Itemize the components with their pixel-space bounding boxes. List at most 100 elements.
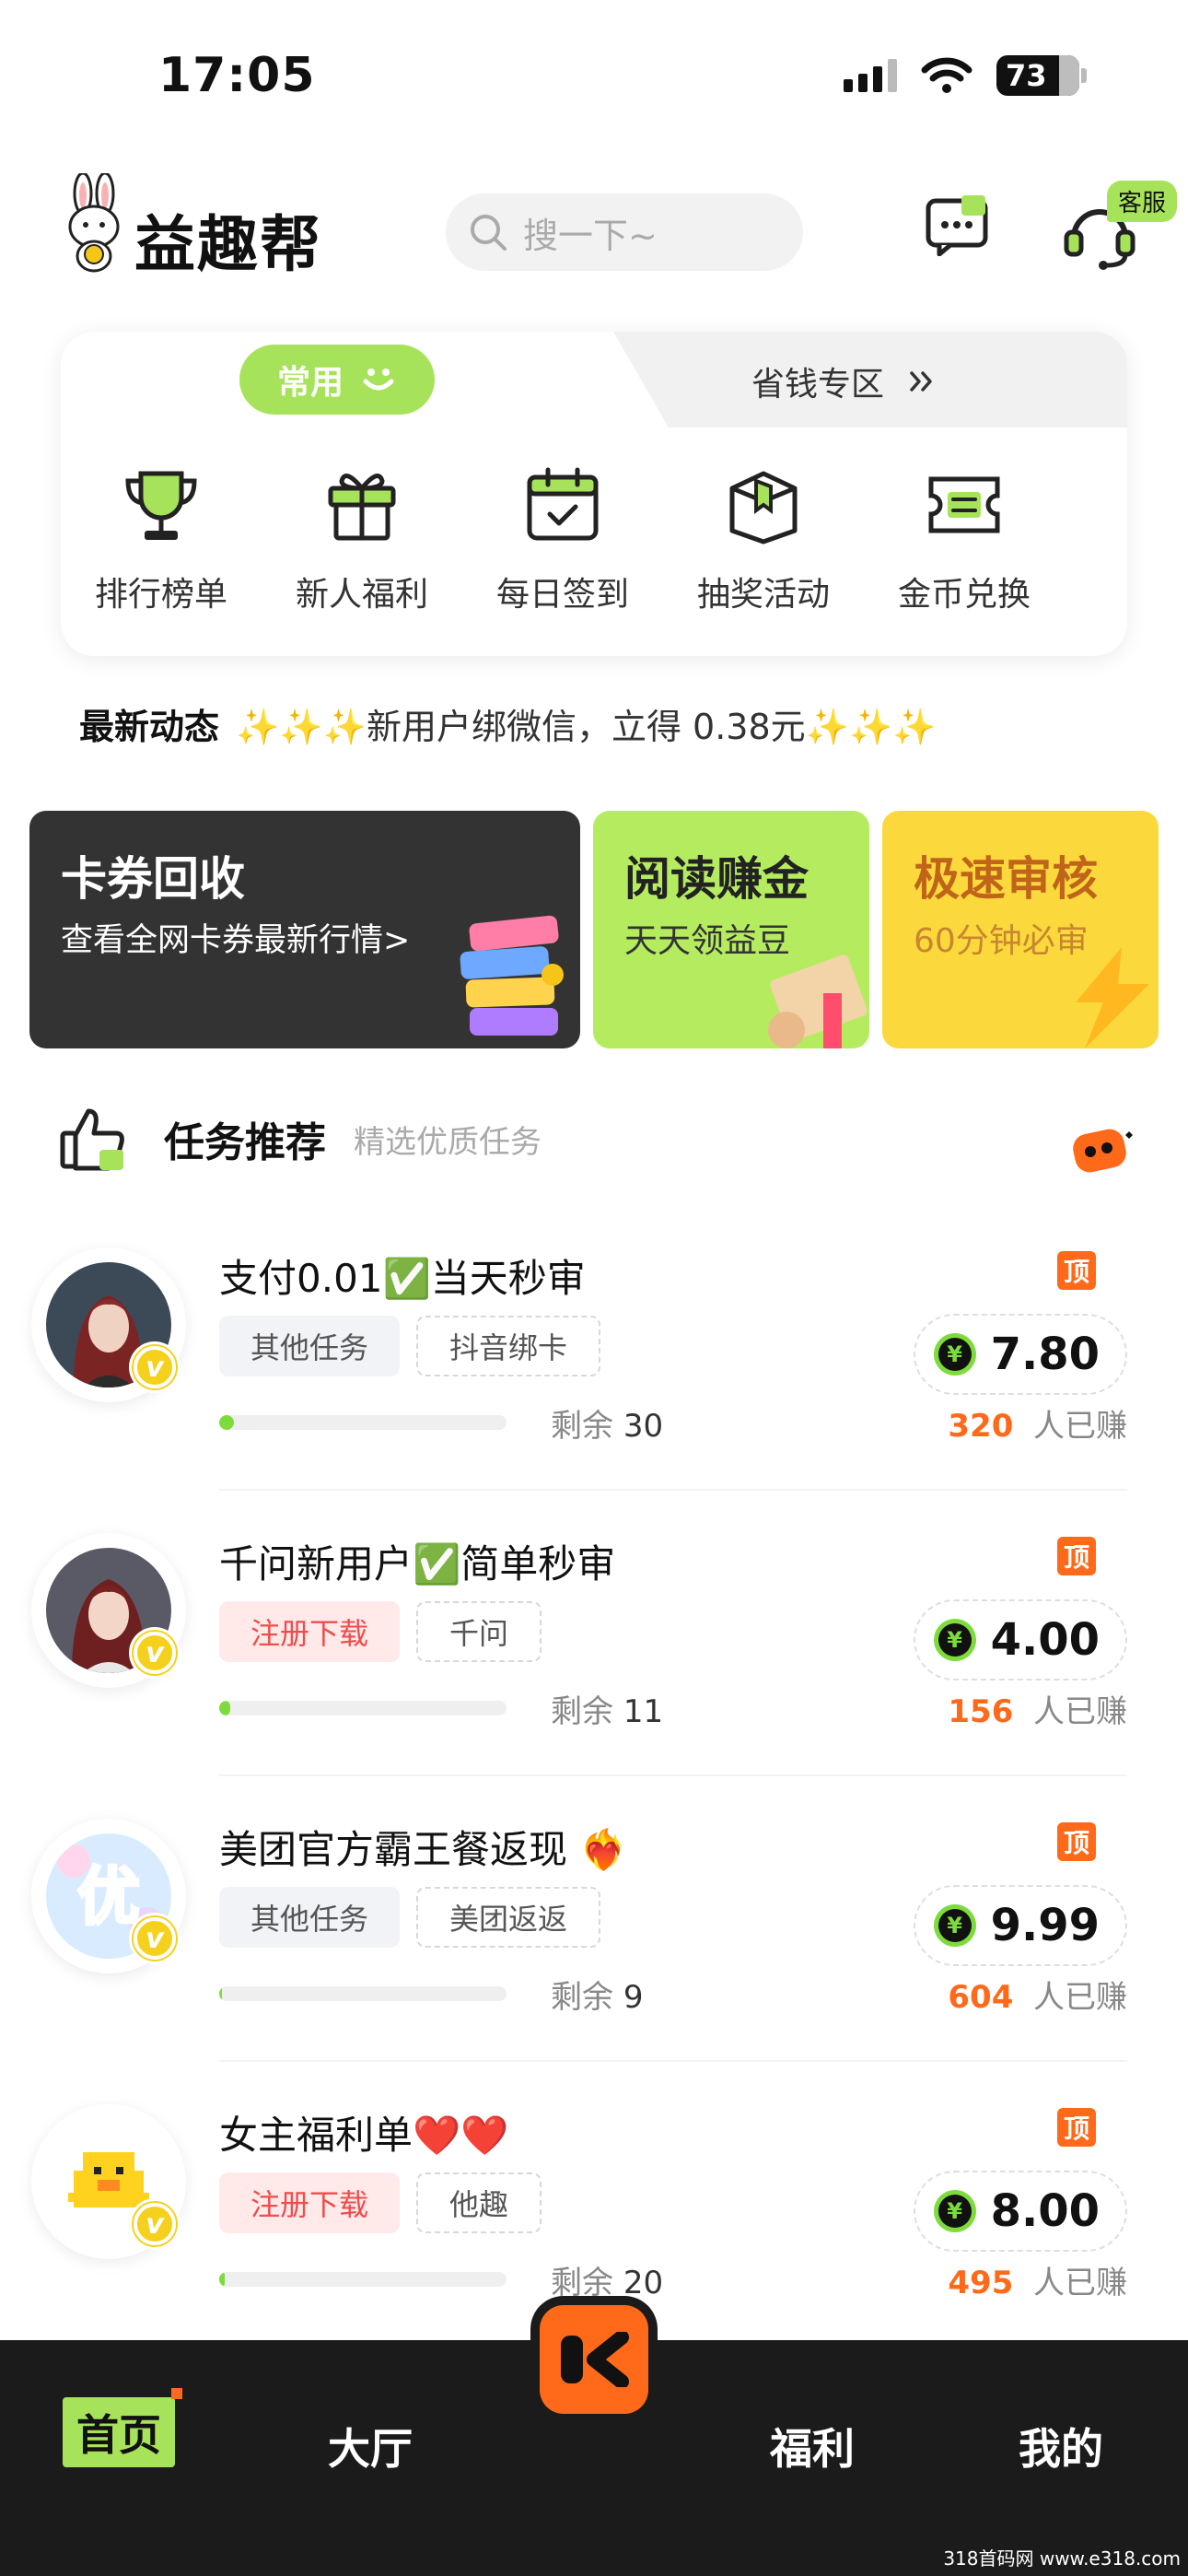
- nav-center-button[interactable]: [540, 2305, 648, 2414]
- verified-badge-icon: v: [129, 2198, 181, 2250]
- progress-bar: [219, 1415, 507, 1430]
- progress-bar: [219, 1986, 507, 2001]
- cellular-signal-icon: [844, 59, 897, 92]
- section-header: 任务推荐 精选优质任务: [59, 1106, 542, 1172]
- message-icon[interactable]: [925, 193, 991, 256]
- remaining: 剩余 11: [551, 1686, 663, 1731]
- price-value: 9.99: [990, 1900, 1100, 1951]
- gift-icon: [328, 474, 396, 541]
- yen-coin-icon: ¥: [933, 1619, 976, 1661]
- tab-savings[interactable]: 省钱专区: [751, 357, 936, 405]
- trophy-icon: [125, 471, 197, 540]
- banner-reading[interactable]: 阅读赚金 天天领益豆: [593, 811, 869, 1048]
- nav-home[interactable]: 首页: [63, 2397, 175, 2467]
- wifi-icon: [921, 57, 973, 93]
- battery-icon: 73: [996, 55, 1087, 96]
- earned-number: 156: [948, 1693, 1014, 1730]
- lightning-icon: [1076, 947, 1149, 1048]
- yen-coin-icon: ¥: [933, 1904, 976, 1947]
- reward-price: ¥ 9.99: [913, 1885, 1127, 1966]
- quick-item-ranking[interactable]: 排行榜单: [61, 461, 262, 615]
- top-badge: 顶: [1057, 1822, 1096, 1861]
- verified-badge-icon: v: [129, 1913, 181, 1964]
- remaining: 剩余 9: [551, 1972, 643, 2017]
- quick-panel: 常用 省钱专区 排行榜单 新人福利 每日签到 抽奖活动 金币兑换: [61, 332, 1127, 656]
- earned-count: 495 人已赚: [948, 2257, 1127, 2302]
- remaining-count: 30: [623, 1408, 664, 1445]
- banner-card-recycle[interactable]: 卡券回收 查看全网卡券最新行情>: [29, 811, 580, 1048]
- progress-bar: [219, 2272, 507, 2287]
- task-title: 千问新用户✅简单秒审: [219, 1541, 616, 1587]
- quick-item-lottery[interactable]: 抽奖活动: [663, 461, 864, 615]
- task-card[interactable]: v 支付0.01✅当天秒审 其他任务 抖音绑卡 剩余 30 顶 ¥ 7.80 3…: [0, 1225, 1188, 1511]
- remaining-count: 11: [623, 1693, 664, 1730]
- task-tag: 注册下载: [219, 1601, 401, 1662]
- task-title: 美团官方霸王餐返现 ❤️‍🔥: [219, 1827, 628, 1872]
- bunny-logo-icon: [68, 173, 120, 273]
- task-card[interactable]: v 千问新用户✅简单秒审 注册下载 千问 剩余 11 顶 ¥ 4.00 156 …: [0, 1511, 1188, 1797]
- earned-label: 人已赚: [1033, 1408, 1127, 1445]
- tab-common[interactable]: 常用: [239, 345, 435, 415]
- remaining-label: 剩余: [551, 1979, 613, 2016]
- thumbs-up-icon: [60, 1108, 124, 1171]
- remaining-label: 剩余: [551, 1693, 613, 1730]
- app-name: 益趣帮: [134, 209, 322, 280]
- battery-level: 73: [1006, 58, 1047, 93]
- news-ticker[interactable]: 最新动态 ✨✨✨新用户绑微信，立得 0.38元✨✨✨: [79, 698, 937, 749]
- task-tag: 其他任务: [219, 1887, 401, 1948]
- customer-service-button[interactable]: 客服: [1059, 181, 1177, 270]
- earned-number: 495: [948, 2265, 1014, 2301]
- quick-item-newbie[interactable]: 新人福利: [262, 461, 462, 615]
- quick-item-label: 每日签到: [495, 576, 629, 614]
- news-title: 最新动态: [79, 707, 220, 747]
- nav-home-dot: [171, 2388, 182, 2399]
- quick-item-label: 排行榜单: [94, 576, 227, 614]
- quick-item-label: 抽奖活动: [696, 576, 830, 614]
- task-title: 女主福利单❤️❤️: [219, 2113, 509, 2158]
- earned-count: 156 人已赚: [948, 1686, 1127, 1731]
- nav-hall[interactable]: 大厅: [328, 2416, 413, 2476]
- earned-label: 人已赚: [1033, 1693, 1127, 1730]
- divider: [219, 1489, 1127, 1491]
- double-chevron-right-icon: [910, 371, 932, 392]
- earned-count: 320 人已赚: [948, 1400, 1127, 1446]
- task-tag: 他趣: [416, 2172, 542, 2233]
- remaining: 剩余 30: [551, 1400, 663, 1446]
- earned-label: 人已赚: [1033, 1979, 1127, 2016]
- watermark: 318首码网 www.e318.com: [943, 2547, 1181, 2570]
- banner-title: 卡券回收: [61, 852, 245, 906]
- nav-welfare[interactable]: 福利: [770, 2416, 855, 2476]
- status-icons: 73: [844, 55, 1087, 96]
- nav-mine[interactable]: 我的: [1019, 2416, 1103, 2476]
- banner-title: 极速审核: [914, 852, 1098, 906]
- progress-bar: [219, 1701, 507, 1715]
- smile-icon: [363, 369, 394, 391]
- price-value: 7.80: [990, 1329, 1100, 1380]
- robot-mascot-icon[interactable]: [1072, 1126, 1136, 1174]
- earned-label: 人已赚: [1033, 2265, 1127, 2301]
- remaining-count: 9: [623, 1979, 644, 2016]
- remaining-label: 剩余: [551, 2265, 613, 2301]
- yen-coin-icon: ¥: [933, 1333, 976, 1376]
- top-badge: 顶: [1057, 1537, 1096, 1575]
- news-text: ✨✨✨新用户绑微信，立得 0.38元✨✨✨: [236, 707, 937, 747]
- top-badge: 顶: [1057, 2108, 1096, 2147]
- lottery-box-icon: [729, 471, 798, 544]
- remaining-label: 剩余: [551, 1408, 613, 1445]
- tab-common-label: 常用: [276, 364, 344, 402]
- remaining: 剩余 20: [551, 2257, 663, 2302]
- banner-fast-review[interactable]: 极速审核 60分钟必审: [882, 811, 1159, 1048]
- task-tag: 注册下载: [219, 2172, 401, 2233]
- reward-price: ¥ 8.00: [913, 2171, 1127, 2252]
- task-tag: 其他任务: [219, 1316, 401, 1376]
- task-card[interactable]: 优 v 美团官方霸王餐返现 ❤️‍🔥 其他任务 美团返返 剩余 9 顶 ¥ 9.…: [0, 1797, 1188, 2082]
- verified-badge-icon: v: [129, 1341, 181, 1393]
- quick-item-label: 新人福利: [295, 576, 428, 614]
- search-input[interactable]: 搜一下~: [446, 193, 803, 271]
- price-value: 8.00: [990, 2185, 1100, 2237]
- reward-price: ¥ 7.80: [913, 1314, 1127, 1395]
- cs-badge: 客服: [1106, 181, 1177, 222]
- task-tag: 抖音绑卡: [416, 1316, 601, 1376]
- quick-item-checkin[interactable]: 每日签到: [462, 461, 663, 615]
- quick-item-exchange[interactable]: 金币兑换: [864, 461, 1065, 615]
